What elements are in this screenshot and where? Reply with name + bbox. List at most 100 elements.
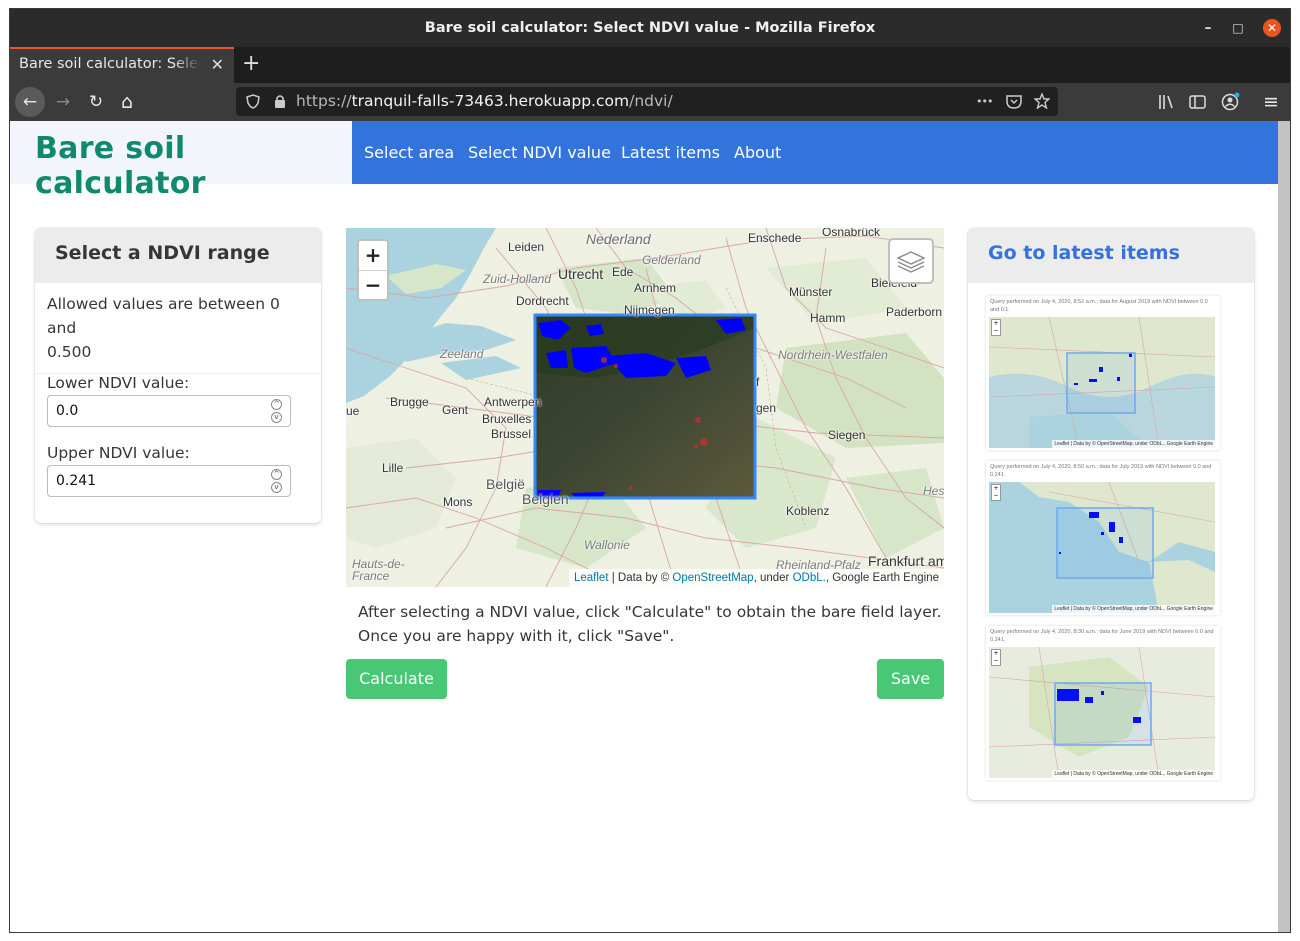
url-path: /ndvi/ bbox=[629, 92, 673, 110]
lower-ndvi-stepper[interactable]: ^ v bbox=[271, 399, 282, 423]
map-label-enschede: Enschede bbox=[748, 231, 802, 245]
stepper-up-icon[interactable]: ^ bbox=[271, 399, 282, 410]
nav-latest-items[interactable]: Latest items bbox=[621, 121, 720, 184]
upper-ndvi-stepper[interactable]: ^ v bbox=[271, 469, 282, 493]
back-button[interactable]: ← bbox=[15, 87, 45, 117]
instructions-line-1: After selecting a NDVI value, click "Cal… bbox=[358, 603, 942, 621]
stepper-down-icon[interactable]: v bbox=[271, 412, 282, 423]
map-label-koblenz: Koblenz bbox=[786, 504, 830, 518]
new-tab-button[interactable]: + bbox=[242, 49, 260, 79]
browser-window: Bare soil calculator: Select NDVI value … bbox=[9, 8, 1291, 933]
lower-ndvi-input[interactable]: 0.0 ^ v bbox=[47, 395, 291, 427]
attribution-data-by: | Data by © bbox=[608, 572, 673, 584]
minimize-button[interactable]: – bbox=[1199, 19, 1217, 37]
home-button[interactable]: ⌂ bbox=[112, 87, 142, 117]
latest-item-2-map[interactable]: + − Leaflet | Data by © OpenStreetMap, un… bbox=[989, 482, 1215, 613]
map-label-gent: Gent bbox=[442, 403, 469, 417]
latest-items-link[interactable]: Go to latest items bbox=[988, 242, 1180, 264]
site-navbar: Select area Select NDVI value Latest ite… bbox=[352, 121, 1278, 184]
library-icon[interactable] bbox=[1158, 94, 1175, 110]
upper-ndvi-value: 0.241 bbox=[56, 473, 97, 489]
ndvi-map[interactable]: Nederland Gelderland Enschede Osnabrück … bbox=[346, 228, 944, 587]
allowed-line-2: 0.500 bbox=[47, 343, 92, 361]
stepper-up-icon[interactable]: ^ bbox=[271, 469, 282, 480]
leaflet-link[interactable]: Leaflet bbox=[574, 572, 609, 584]
upper-ndvi-input[interactable]: 0.241 ^ v bbox=[47, 465, 291, 497]
map-label-arnhem: Arnhem bbox=[634, 281, 677, 295]
map-label-mons: Mons bbox=[443, 495, 473, 509]
account-icon[interactable] bbox=[1221, 92, 1241, 111]
latest-item-3-map[interactable]: + − Leaflet | Data by © OpenStreetMap, un… bbox=[989, 647, 1215, 778]
maximize-button[interactable]: □ bbox=[1229, 19, 1247, 37]
menu-button[interactable]: ≡ bbox=[1256, 87, 1286, 117]
save-button[interactable]: Save bbox=[877, 659, 944, 699]
map-label-nederland: Nederland bbox=[586, 231, 651, 247]
map-label-belgien: Belgien bbox=[522, 491, 569, 507]
map-label-utrecht: Utrecht bbox=[558, 266, 604, 282]
map-label-gelderland: Gelderland bbox=[642, 253, 701, 267]
map-label-bruxelles: Bruxelles bbox=[482, 412, 532, 426]
latest-item-1-map[interactable]: + − Leaflet | Data by © OpenStreetMap, un… bbox=[989, 317, 1215, 448]
url-bar[interactable]: https://tranquil-falls-73463.herokuapp.c… bbox=[236, 87, 1058, 116]
map-label-munster: Münster bbox=[789, 285, 833, 299]
lock-icon[interactable] bbox=[274, 94, 286, 109]
nav-about[interactable]: About bbox=[734, 121, 781, 184]
zoom-in-button[interactable]: + bbox=[359, 241, 387, 271]
nav-select-ndvi[interactable]: Select NDVI value bbox=[468, 121, 611, 184]
close-window-button[interactable]: ✕ bbox=[1263, 19, 1281, 37]
zoom-out-button[interactable]: − bbox=[359, 271, 387, 300]
calculate-button[interactable]: Calculate bbox=[346, 659, 447, 699]
thumb-zoom-control: + − bbox=[991, 319, 1001, 336]
attribution-gee: , Google Earth Engine bbox=[825, 572, 939, 584]
map-label-nrw: Nordrhein-Westfalen bbox=[778, 348, 888, 362]
map-label-hauts-de-france: Hauts-de-France bbox=[352, 557, 405, 583]
layers-icon[interactable] bbox=[890, 240, 932, 282]
map-label-dordrecht: Dordrecht bbox=[516, 294, 569, 308]
url-scheme: https:// bbox=[296, 92, 352, 110]
ndvi-range-card: Select a NDVI range Allowed values are b… bbox=[35, 228, 321, 523]
navigation-toolbar: ← → ↻ ⌂ https://tranquil-falls-73463.her… bbox=[10, 83, 1290, 121]
allowed-line-1: Allowed values are between 0 and bbox=[47, 295, 280, 337]
instructions-line-2: Once you are happy with it, click "Save"… bbox=[358, 627, 675, 645]
bookmark-star-icon[interactable] bbox=[1034, 93, 1050, 109]
forward-button[interactable]: → bbox=[48, 87, 78, 117]
pocket-icon[interactable] bbox=[1006, 94, 1022, 109]
latest-item-1-attribution: Leaflet | Data by © OpenStreetMap, under… bbox=[1052, 440, 1215, 448]
allowed-values-text: Allowed values are between 0 and 0.500 bbox=[35, 283, 321, 374]
sidebar-icon[interactable] bbox=[1189, 94, 1206, 110]
url-host: tranquil-falls-73463.herokuapp.com bbox=[351, 92, 630, 110]
map-label-brussel: Brussel bbox=[491, 427, 532, 441]
shield-icon[interactable] bbox=[246, 94, 260, 109]
map-label-hamm: Hamm bbox=[810, 311, 846, 325]
map-label-nijmegen: Nijmegen bbox=[624, 303, 675, 317]
latest-item-1-caption: Query performed on July 4, 2020, 8:52 a.… bbox=[990, 299, 1208, 313]
tab-bare-soil-calculator[interactable]: Bare soil calculator: Select NDVI value … bbox=[10, 47, 234, 83]
close-tab-icon[interactable]: ✕ bbox=[211, 49, 224, 80]
lower-ndvi-value: 0.0 bbox=[56, 403, 79, 419]
layers-control[interactable] bbox=[888, 238, 934, 284]
web-page: Bare soil calculator Select area Select … bbox=[10, 121, 1278, 932]
latest-item-3[interactable]: Query performed on July 4, 2020, 8:30 a.… bbox=[986, 626, 1220, 780]
page-actions-icon[interactable]: ••• bbox=[976, 87, 993, 116]
window-title: Bare soil calculator: Select NDVI value … bbox=[424, 20, 876, 36]
osm-link[interactable]: OpenStreetMap bbox=[672, 572, 753, 584]
site-brand[interactable]: Bare soil calculator bbox=[35, 131, 352, 201]
reload-button[interactable]: ↻ bbox=[81, 87, 111, 117]
map-label-frankfurt: Frankfurt am bbox=[868, 553, 944, 569]
page-scrollbar[interactable] bbox=[1278, 121, 1290, 932]
odbl-link[interactable]: ODbL. bbox=[793, 572, 826, 584]
nav-select-area[interactable]: Select area bbox=[364, 121, 454, 184]
instructions: After selecting a NDVI value, click "Cal… bbox=[358, 600, 942, 648]
map-label-zuid-holland: Zuid-Holland bbox=[483, 272, 552, 286]
map-label-zeeland: Zeeland bbox=[440, 347, 484, 361]
tab-strip: Bare soil calculator: Select NDVI value … bbox=[10, 47, 1290, 83]
stepper-down-icon[interactable]: v bbox=[271, 482, 282, 493]
map-label-osnabruck: Osnabrück bbox=[822, 228, 881, 239]
latest-item-3-caption: Query performed on July 4, 2020, 8:30 a.… bbox=[990, 629, 1214, 643]
latest-item-1[interactable]: Query performed on July 4, 2020, 8:52 a.… bbox=[986, 296, 1220, 450]
latest-item-2[interactable]: Query performed on July 4, 2020, 8:50 a.… bbox=[986, 461, 1220, 615]
latest-item-2-caption: Query performed on July 4, 2020, 8:50 a.… bbox=[990, 464, 1212, 478]
tab-label: Bare soil calculator: Select NDVI value bbox=[19, 56, 201, 72]
map-label-ede: Ede bbox=[612, 265, 634, 279]
map-label-edge-ue: ue bbox=[346, 404, 360, 418]
